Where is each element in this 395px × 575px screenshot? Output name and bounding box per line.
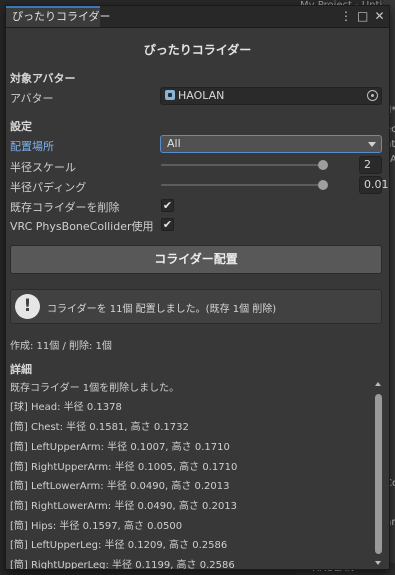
radius-padding-input[interactable]: 0.01 (359, 176, 389, 194)
chevron-down-icon (368, 142, 376, 147)
menu-icon[interactable]: ⋮ (340, 8, 352, 24)
window-content: ぴったりコライダー 対象アバター アバター HAOLAN 設定 配置場所 All… (6, 28, 389, 569)
avatar-object-field[interactable]: HAOLAN (160, 87, 382, 105)
window-titlebar: ぴったりコライダー ⋮ □ ✕ (6, 6, 389, 28)
place-colliders-button[interactable]: コライダー配置 (10, 245, 382, 274)
scroll-down-icon[interactable] (375, 561, 381, 565)
details-log[interactable]: 既存コライダー 1個を削除しました。 [球] Head: 半径 0.1378 [… (8, 377, 371, 569)
log-line: [筒] LeftLowerArm: 半径 0.0490, 高さ 0.2013 (10, 481, 230, 492)
radius-scale-input[interactable]: 2 (359, 156, 382, 174)
object-picker-icon[interactable] (367, 90, 378, 101)
avatar-label: アバター (10, 92, 54, 105)
window-tab[interactable]: ぴったりコライダー (6, 6, 111, 27)
summary-text: 作成: 11個 / 削除: 1個 (10, 341, 112, 352)
log-line: 既存コライダー 1個を削除しました。 (10, 383, 180, 394)
log-line: [筒] RightUpperArm: 半径 0.1005, 高さ 0.1710 (10, 462, 238, 473)
avatar-object-icon (165, 90, 175, 100)
log-line: [筒] RightUpperLeg: 半径 0.1199, 高さ 0.2586 (10, 560, 235, 569)
log-line: [球] Head: 半径 0.1378 (10, 402, 122, 413)
close-icon[interactable]: ✕ (374, 8, 385, 24)
info-icon: ! (15, 294, 40, 319)
placement-label: 配置場所 (10, 140, 54, 153)
delete-existing-checkbox[interactable]: ✔ (161, 199, 174, 212)
page-title: ぴったりコライダー (143, 43, 252, 57)
scroll-up-icon[interactable] (375, 382, 381, 386)
vrc-physbone-checkbox[interactable]: ✔ (161, 218, 174, 231)
collider-tool-window: ぴったりコライダー ⋮ □ ✕ ぴったりコライダー 対象アバター アバター HA… (5, 5, 390, 570)
radius-scale-slider-thumb[interactable] (318, 160, 328, 170)
placement-value: All (167, 137, 181, 150)
radius-padding-slider-thumb[interactable] (318, 180, 328, 190)
window-controls: ⋮ □ ✕ (340, 8, 385, 24)
radius-scale-label: 半径スケール (10, 161, 76, 174)
section-settings-title: 設定 (10, 120, 32, 133)
details-scrollbar[interactable] (373, 380, 383, 567)
delete-existing-label: 既存コライダーを削除 (10, 201, 120, 214)
info-helpbox: ! コライダーを 11個 配置しました。(既存 1個 削除) (10, 289, 382, 324)
scrollbar-thumb[interactable] (375, 394, 382, 554)
avatar-value: HAOLAN (178, 89, 225, 102)
section-avatar-title: 対象アバター (10, 72, 76, 85)
vrc-physbone-label: VRC PhysBoneCollider使用 (10, 220, 154, 233)
log-line: [筒] LeftUpperArm: 半径 0.1007, 高さ 0.1710 (10, 442, 230, 453)
help-message: コライダーを 11個 配置しました。(既存 1個 削除) (47, 304, 277, 315)
log-line: [筒] Hips: 半径 0.1597, 高さ 0.0500 (10, 521, 183, 532)
details-title: 詳細 (10, 363, 32, 376)
radius-padding-slider-track[interactable] (161, 184, 323, 186)
log-line: [筒] Chest: 半径 0.1581, 高さ 0.1732 (10, 422, 189, 433)
placement-dropdown[interactable]: All (160, 135, 382, 153)
radius-padding-label: 半径パディング (10, 181, 87, 194)
log-line: [筒] LeftUpperLeg: 半径 0.1209, 高さ 0.2586 (10, 540, 228, 551)
radius-scale-slider-track[interactable] (161, 164, 323, 166)
maximize-icon[interactable]: □ (357, 8, 368, 24)
log-line: [筒] RightLowerArm: 半径 0.0490, 高さ 0.2013 (10, 501, 238, 512)
